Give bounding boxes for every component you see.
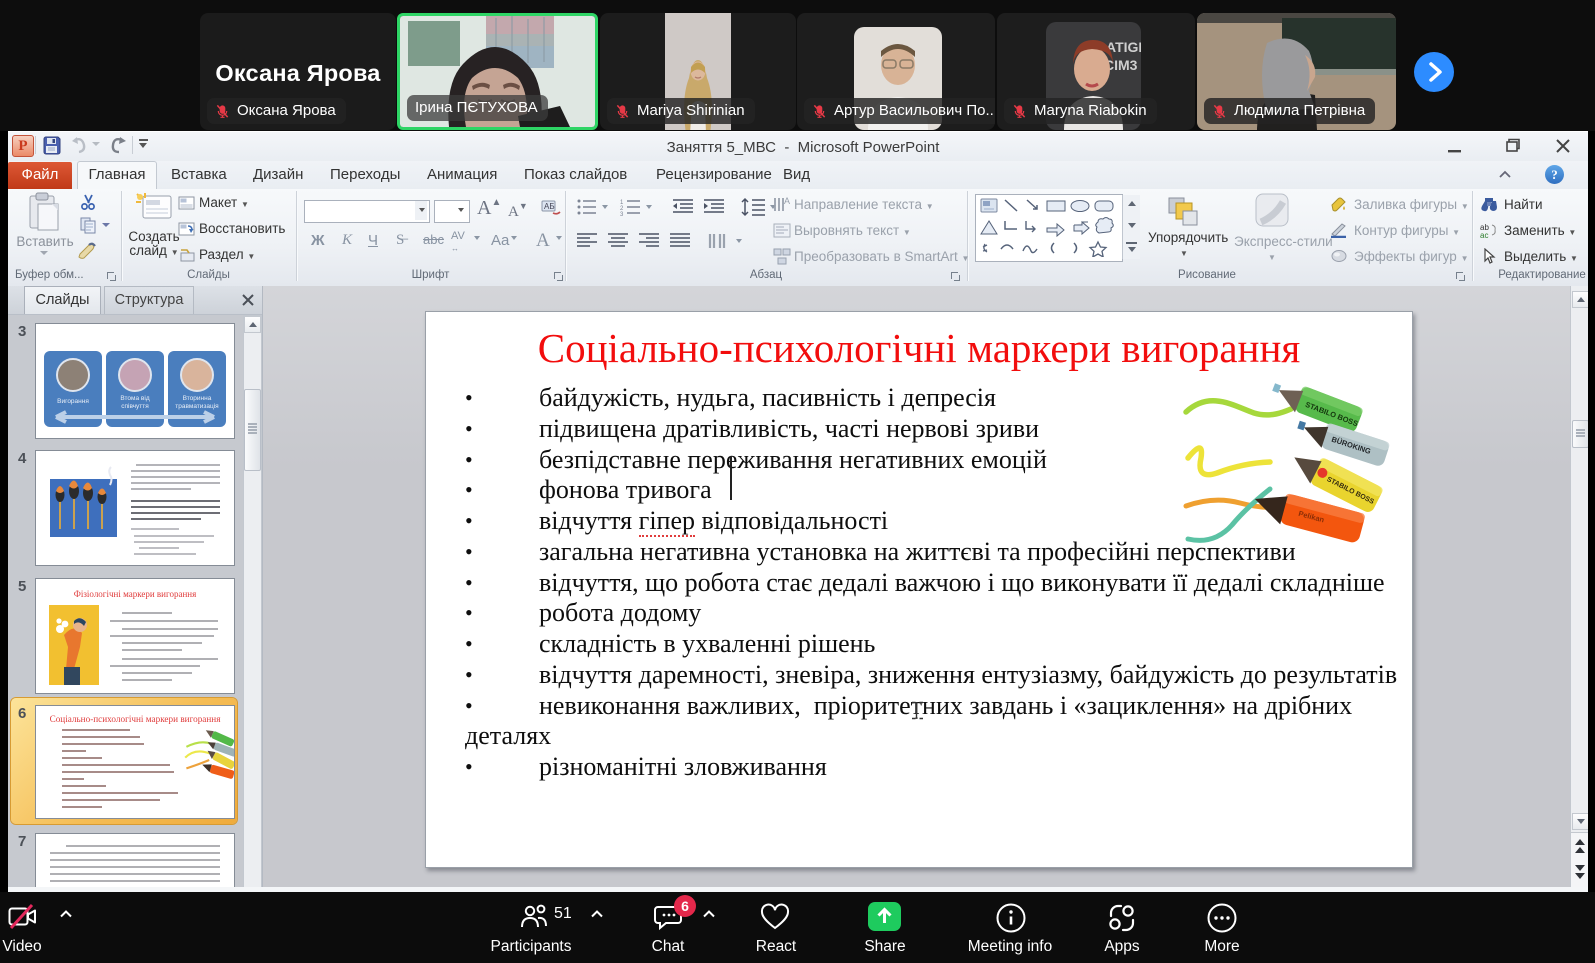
svg-text:Вигорання: Вигорання <box>57 398 89 405</box>
svg-text:A: A <box>784 196 790 206</box>
svg-text:Втома від: Втома від <box>120 394 149 402</box>
svg-text:АБ: АБ <box>544 202 555 211</box>
svg-text:3: 3 <box>620 212 624 216</box>
svg-text:Соціально-психологічні маркери: Соціально-психологічні маркери вигорання <box>50 714 222 724</box>
svg-text:ATIGI: ATIGI <box>1106 39 1141 55</box>
svg-text:Вторинна: Вторинна <box>183 395 212 402</box>
svg-text:Фізіологічні маркери вигорання: Фізіологічні маркери вигорання <box>74 589 196 599</box>
svg-text:ac: ac <box>1480 231 1488 238</box>
svg-text:травматизація: травматизація <box>175 402 219 410</box>
svg-text:співчуття: співчуття <box>121 402 149 410</box>
